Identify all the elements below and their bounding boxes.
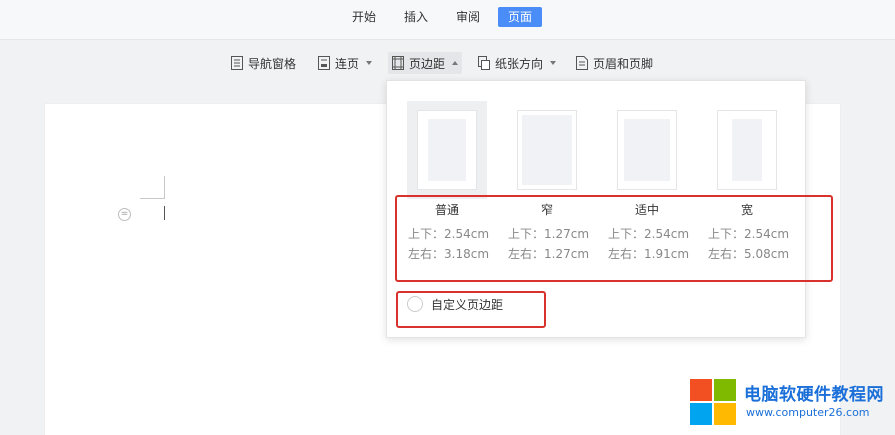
watermark-title: 电脑软硬件教程网 [744,385,884,405]
watermark-url: www.computer26.com [746,406,870,419]
margins-icon [392,56,404,70]
tab-insert[interactable]: 插入 [398,7,434,27]
continuous-page-label: 连页 [335,56,360,71]
margins-label: 页边距 [409,56,446,71]
orientation-label: 纸张方向 [495,56,544,71]
header-footer-label: 页眉和页脚 [593,56,654,71]
orientation-button[interactable]: 纸张方向 [474,52,560,74]
chevron-down-icon [550,61,557,65]
header-footer-icon [576,56,588,70]
nav-pane-button[interactable]: 导航窗格 [227,52,300,74]
margin-preset-wide[interactable] [717,110,777,190]
tab-page[interactable]: 页面 [498,7,542,27]
windows-logo-icon [714,403,736,425]
margin-corner-mark [164,176,165,199]
page-icon [318,56,330,70]
tab-start[interactable]: 开始 [346,7,382,27]
nav-pane-label: 导航窗格 [248,56,297,71]
site-watermark: 电脑软硬件教程网 www.computer26.com [690,376,890,428]
header-footer-button[interactable]: 页眉和页脚 [572,52,657,74]
chevron-up-icon [452,61,459,65]
margin-preset-moderate[interactable] [617,110,677,190]
paragraph-handle-icon[interactable]: = [118,208,131,221]
chevron-down-icon [366,61,373,65]
menu-bar: 开始 插入 审阅 页面 [0,0,895,40]
margins-button[interactable]: 页边距 [388,52,463,74]
windows-logo-icon [714,379,736,401]
highlight-box-presets [395,195,833,282]
windows-logo-icon [690,403,712,425]
text-cursor [164,206,165,220]
margin-corner-mark [140,198,164,199]
highlight-box-custom [396,291,546,328]
orientation-icon [478,56,490,70]
margin-preset-normal[interactable] [417,110,477,190]
tab-review[interactable]: 审阅 [450,7,486,27]
document-list-icon [231,56,243,70]
continuous-page-button[interactable]: 连页 [314,52,376,74]
windows-logo-icon [690,379,712,401]
margin-preset-narrow[interactable] [517,110,577,190]
